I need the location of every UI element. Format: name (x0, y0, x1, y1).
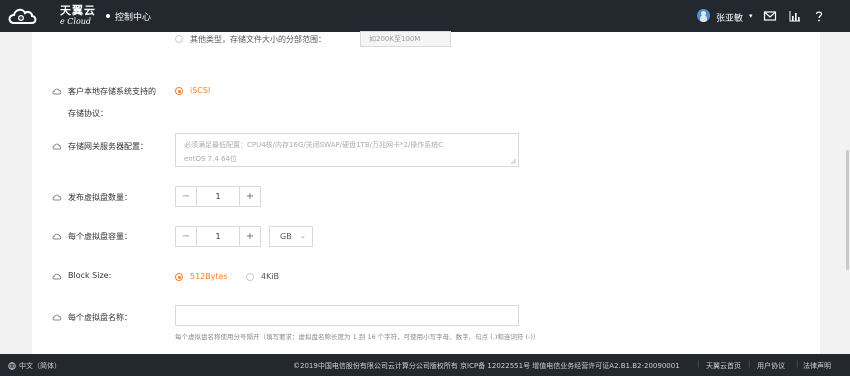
help-icon[interactable] (812, 9, 826, 23)
decrement-button[interactable]: − (176, 227, 196, 246)
footer: 中文（简体） ©2019中国电信股份有限公司云计算分公司版权所有 京ICP备 1… (0, 354, 850, 376)
cloud-icon (52, 233, 62, 240)
disk-name-label: 每个虚拟盘名称： (68, 313, 132, 322)
decrement-button[interactable]: − (176, 187, 196, 206)
other-type-radio[interactable] (175, 35, 183, 43)
cloud-logo-icon[interactable] (6, 3, 60, 29)
console-title[interactable]: 控制中心 (115, 10, 151, 23)
brand[interactable]: 天翼云 e Cloud (60, 5, 96, 26)
top-navigation-bar: 天翼云 e Cloud 控制中心 张亚敏 ▾ (0, 0, 850, 32)
footer-separator: | (796, 360, 799, 368)
increment-button[interactable]: + (240, 227, 260, 246)
increment-button[interactable]: + (240, 187, 260, 206)
iscsi-radio[interactable] (175, 87, 183, 95)
gateway-config-placeholder-line2: entOS 7.4 64位 (184, 155, 237, 163)
capacity-unit-value: GB (280, 232, 292, 241)
disk-name-hint: 每个虚拟盘名称使用分号隔开（填写要求：虚拟盘名称长度为 1 到 16 个字符，可… (175, 333, 540, 341)
capacity-unit-select[interactable]: GB ⌄ (269, 226, 313, 247)
brand-name-en: e Cloud (60, 17, 92, 26)
protocol-label-line2: 存储协议： (68, 109, 108, 118)
block-size-label: Block Size: (68, 271, 112, 280)
file-size-range-input[interactable]: 如200K至100M (360, 31, 451, 47)
footer-link-user-agreement[interactable]: 用户协议 (757, 361, 785, 371)
cloud-icon (52, 314, 62, 321)
footer-link-home[interactable]: 天翼云首页 (706, 361, 741, 371)
block-size-512-label[interactable]: 512Bytes (190, 272, 228, 281)
scrollbar-thumb[interactable] (846, 150, 849, 270)
copyright-text: ©2019中国电信股份有限公司云计算分公司版权所有 京ICP备 12022551… (293, 362, 680, 370)
bar-chart-icon[interactable] (788, 9, 802, 23)
iscsi-option-label[interactable]: iSCSI (190, 86, 210, 95)
cloud-icon (52, 194, 62, 201)
disk-count-label: 发布虚拟盘数量： (68, 193, 132, 202)
other-type-label: 其他类型，存储文件大小的分部范围： (190, 35, 326, 44)
gateway-config-textarea[interactable]: 必须满足最低配置：CPU4核/内存16G/关闭SWAP/硬盘1TB/万兆网卡*2… (175, 133, 519, 167)
language-label: 中文（简体） (19, 362, 61, 370)
disk-capacity-stepper: − 1 + (175, 226, 261, 247)
footer-link-legal[interactable]: 法律声明 (803, 361, 831, 371)
disk-count-input[interactable]: 1 (196, 187, 240, 206)
language-switcher[interactable]: 中文（简体） (8, 361, 61, 371)
brand-name-cn: 天翼云 (60, 4, 96, 17)
cloud-icon (52, 273, 62, 280)
footer-separator: | (697, 360, 700, 368)
protocol-label-line1: 客户本地存储系统支持的 (68, 87, 156, 96)
chevron-down-icon: ⌄ (300, 232, 306, 240)
footer-separator: | (748, 360, 751, 368)
cloud-icon (52, 88, 62, 95)
chevron-down-icon[interactable]: ▾ (749, 12, 753, 20)
username[interactable]: 张亚敏 (716, 11, 743, 24)
cloud-icon (52, 143, 62, 150)
globe-icon (8, 362, 16, 370)
disk-capacity-label: 每个虚拟盘容量： (68, 232, 132, 241)
block-size-4kib-label[interactable]: 4KiB (261, 272, 279, 281)
disk-capacity-input[interactable]: 1 (196, 227, 240, 246)
block-size-4kib-radio[interactable] (246, 273, 254, 281)
brand-separator-dot (106, 14, 110, 18)
mail-icon[interactable] (763, 9, 777, 23)
gateway-config-label: 存储网关服务器配置： (68, 142, 148, 151)
user-avatar[interactable] (697, 9, 710, 22)
disk-name-input[interactable] (175, 305, 519, 326)
resize-handle-icon[interactable] (511, 159, 516, 164)
disk-count-stepper: − 1 + (175, 186, 261, 207)
block-size-512-radio[interactable] (175, 273, 183, 281)
gateway-config-placeholder-line1: 必须满足最低配置：CPU4核/内存16G/关闭SWAP/硬盘1TB/万兆网卡*2… (184, 141, 444, 149)
